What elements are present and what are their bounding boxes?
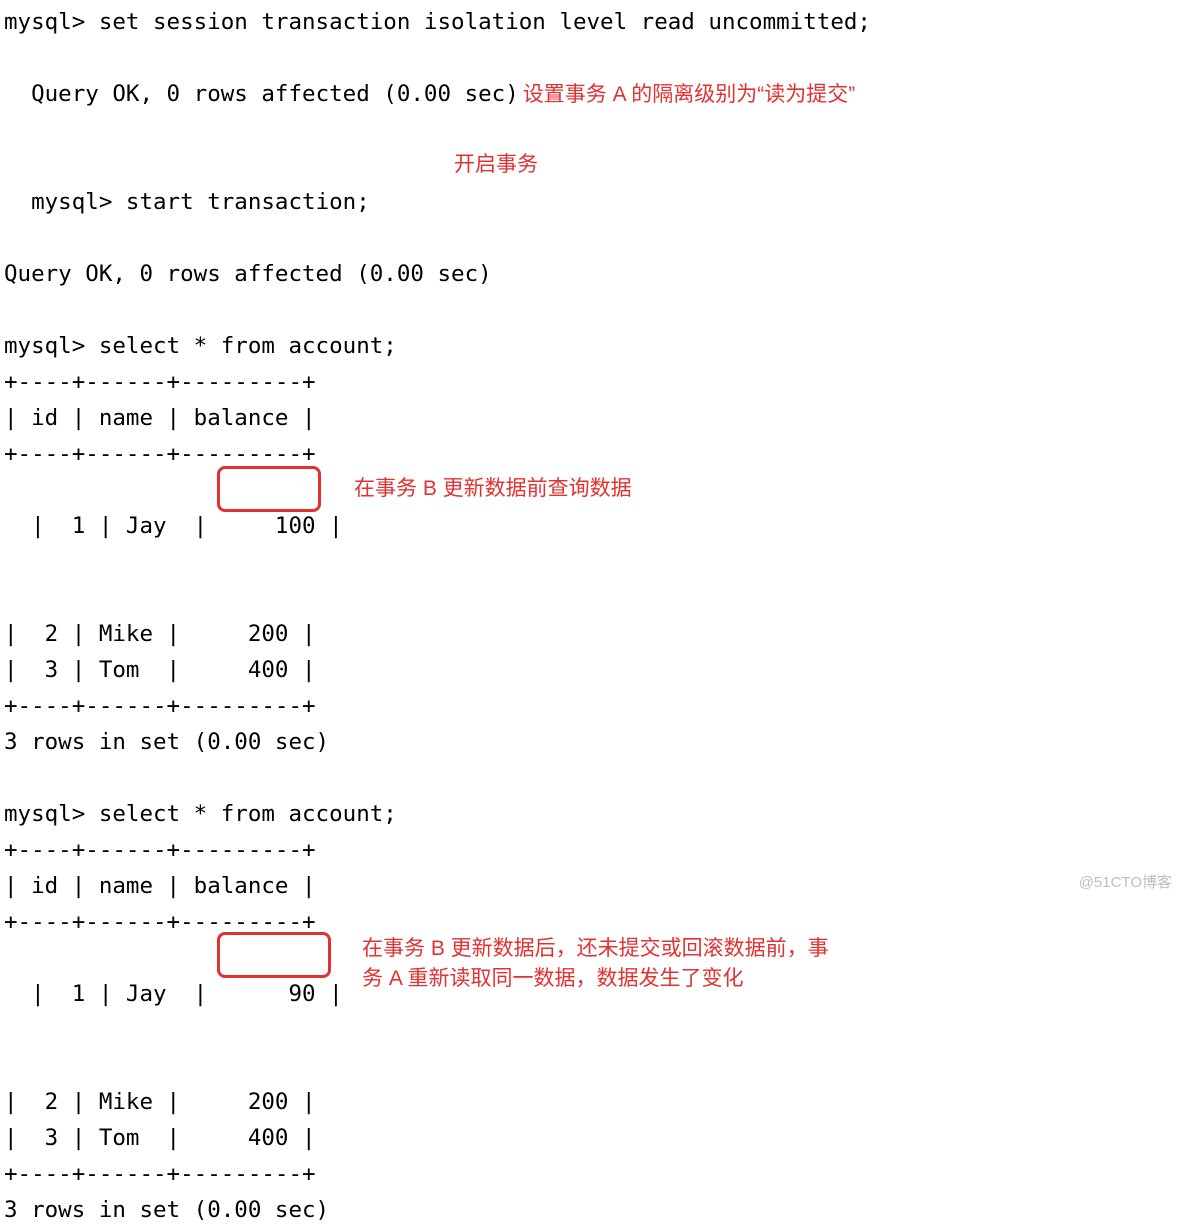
table2-border-top: +----+------+---------+ bbox=[4, 832, 1180, 868]
annotation-after-update: 在事务 B 更新数据后，还未提交或回滚数据前，事务 A 重新读取同一数据，数据发… bbox=[362, 934, 842, 995]
table1-row-3: | 3 | Tom | 400 | bbox=[4, 652, 1180, 688]
watermark: @51CTO博客 bbox=[1079, 871, 1172, 895]
cmd-set-isolation: mysql> set session transaction isolation… bbox=[4, 4, 1180, 40]
table2-row-2: | 2 | Mike | 200 | bbox=[4, 1084, 1180, 1120]
table2-header: | id | name | balance | bbox=[4, 868, 1180, 904]
annotation-start: 开启事务 bbox=[454, 150, 538, 180]
resp-set-isolation-line: Query OK, 0 rows affected (0.00 sec)设置事务… bbox=[4, 40, 1180, 112]
table2-border-bot: +----+------+---------+ bbox=[4, 1156, 1180, 1192]
table1-border-mid: +----+------+---------+ bbox=[4, 436, 1180, 472]
table1-footer: 3 rows in set (0.00 sec) bbox=[4, 724, 1180, 760]
table1-header: | id | name | balance | bbox=[4, 400, 1180, 436]
blank bbox=[4, 112, 1180, 148]
table2-footer: 3 rows in set (0.00 sec) bbox=[4, 1192, 1180, 1228]
table1-row-1: | 1 | Jay | 100 | 在事务 B 更新数据前查询数据 bbox=[4, 472, 1180, 616]
annotation-before-update: 在事务 B 更新数据前查询数据 bbox=[354, 474, 632, 504]
table2-row-3: | 3 | Tom | 400 | bbox=[4, 1120, 1180, 1156]
cmd-select-2: mysql> select * from account; bbox=[4, 796, 1180, 832]
table1-row-2: | 2 | Mike | 200 | bbox=[4, 616, 1180, 652]
resp-set-isolation: Query OK, 0 rows affected (0.00 sec) bbox=[31, 81, 519, 107]
cmd-start-transaction: mysql> start transaction; bbox=[31, 189, 370, 215]
annotation-isolation: 设置事务 A 的隔离级别为“读为提交” bbox=[523, 83, 856, 106]
cmd-select-1: mysql> select * from account; bbox=[4, 328, 1180, 364]
highlight-box-1 bbox=[217, 466, 321, 512]
blank bbox=[4, 760, 1180, 796]
resp-start-transaction: Query OK, 0 rows affected (0.00 sec) bbox=[4, 256, 1180, 292]
blank bbox=[4, 292, 1180, 328]
cmd-start-transaction-line: mysql> start transaction; 开启事务 bbox=[4, 148, 1180, 256]
table2-row-1: | 1 | Jay | 90 | 在事务 B 更新数据后，还未提交或回滚数据前，… bbox=[4, 940, 1180, 1084]
table1-row-1-text: | 1 | Jay | 100 | bbox=[31, 513, 343, 539]
table1-border-bot: +----+------+---------+ bbox=[4, 688, 1180, 724]
table1-border-top: +----+------+---------+ bbox=[4, 364, 1180, 400]
table2-row-1-text: | 1 | Jay | 90 | bbox=[31, 981, 343, 1007]
